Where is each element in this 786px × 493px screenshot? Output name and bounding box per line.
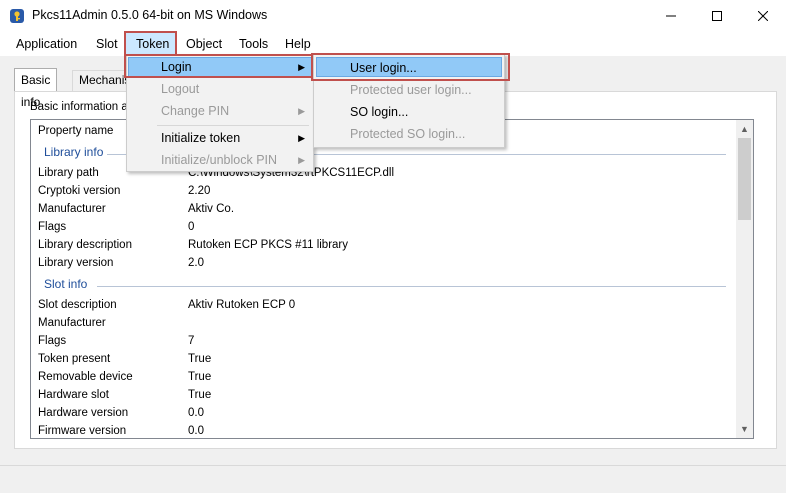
menu-item-initialize-token[interactable]: Initialize token ▶ [129,127,313,149]
row-key: Slot description [38,299,117,311]
minimize-icon [666,15,676,17]
menu-item-label: Logout [161,82,200,96]
row-value: 2.0 [188,257,204,269]
row-value: Aktiv Co. [188,203,235,215]
menu-item-protected-user-login[interactable]: Protected user login... [316,79,502,101]
row-value: True [188,353,212,365]
menu-application[interactable]: Application [16,32,77,56]
menu-item-so-login[interactable]: SO login... [316,101,502,123]
row-key: Token present [38,353,111,365]
row-key: Cryptoki version [38,185,121,197]
key-icon [10,9,24,23]
status-bar [0,465,786,493]
row-value: 2.20 [188,185,211,197]
menu-item-label: Initialize token [161,131,241,145]
row-key: Firmware version [38,425,127,437]
menu-item-protected-so-login[interactable]: Protected SO login... [316,123,502,145]
window-title: Pkcs11Admin 0.5.0 64-bit on MS Windows [32,8,268,22]
login-annotation-box [124,54,314,78]
section-slot-info: Slot info [31,275,736,295]
menu-tools[interactable]: Tools [239,32,268,56]
menu-item-change-pin[interactable]: Change PIN ▶ [129,100,313,122]
header-property-name: Property name [38,125,114,137]
row-value: True [188,389,212,401]
maximize-icon [712,11,722,21]
scrollbar-thumb[interactable] [738,138,751,220]
tab-basic-info[interactable]: Basic info [14,68,58,109]
row-key: Flags [38,335,67,347]
row-key: Library version [38,257,114,269]
group-label: Basic information abo [30,101,141,113]
row-key: Library path [38,167,99,179]
menu-item-logout[interactable]: Logout [129,78,313,100]
maximize-button[interactable] [694,0,740,32]
row-value: 0.0 [188,407,204,419]
row-value: 7 [188,335,195,347]
submenu-arrow-icon: ▶ [298,106,305,116]
row-value: Rutoken ECP PKCS #11 library [188,239,349,251]
menu-item-label: Initialize/unblock PIN [161,153,278,167]
scroll-up-icon[interactable]: ▲ [740,124,749,134]
section-divider [97,286,726,287]
vertical-scrollbar[interactable]: ▲ ▼ [736,120,753,438]
menu-help[interactable]: Help [285,32,311,56]
row-value: 0 [188,221,195,233]
row-key: Manufacturer [38,317,106,329]
menu-token[interactable]: Token [136,32,169,56]
title-bar: Pkcs11Admin 0.5.0 64-bit on MS Windows [0,0,786,32]
close-button[interactable] [740,0,786,32]
row-key: Hardware version [38,407,129,419]
menu-item-label: Protected SO login... [350,127,466,141]
row-key: Manufacturer [38,203,106,215]
row-key: Hardware slot [38,389,109,401]
close-icon [758,11,768,21]
menu-item-label: Change PIN [161,104,230,118]
menu-separator [157,125,309,126]
submenu-arrow-icon: ▶ [298,133,305,143]
menu-item-label: Protected user login... [350,83,472,97]
menu-slot[interactable]: Slot [96,32,118,56]
scroll-down-icon[interactable]: ▼ [740,424,749,434]
row-value: 0.0 [188,425,204,437]
user-login-annotation-box [311,53,510,81]
submenu-arrow-icon: ▶ [298,155,305,165]
menu-item-initialize-unblock-pin[interactable]: Initialize/unblock PIN ▶ [129,149,313,171]
row-key: Flags [38,221,67,233]
row-value: True [188,371,212,383]
row-key: Library description [38,239,132,251]
row-value: Aktiv Rutoken ECP 0 [188,299,296,311]
menu-item-label: SO login... [350,105,409,119]
section-title: Library info [44,145,104,159]
section-title: Slot info [44,277,88,291]
row-key: Removable device [38,371,133,383]
minimize-button[interactable] [648,0,694,32]
menu-object[interactable]: Object [186,32,222,56]
